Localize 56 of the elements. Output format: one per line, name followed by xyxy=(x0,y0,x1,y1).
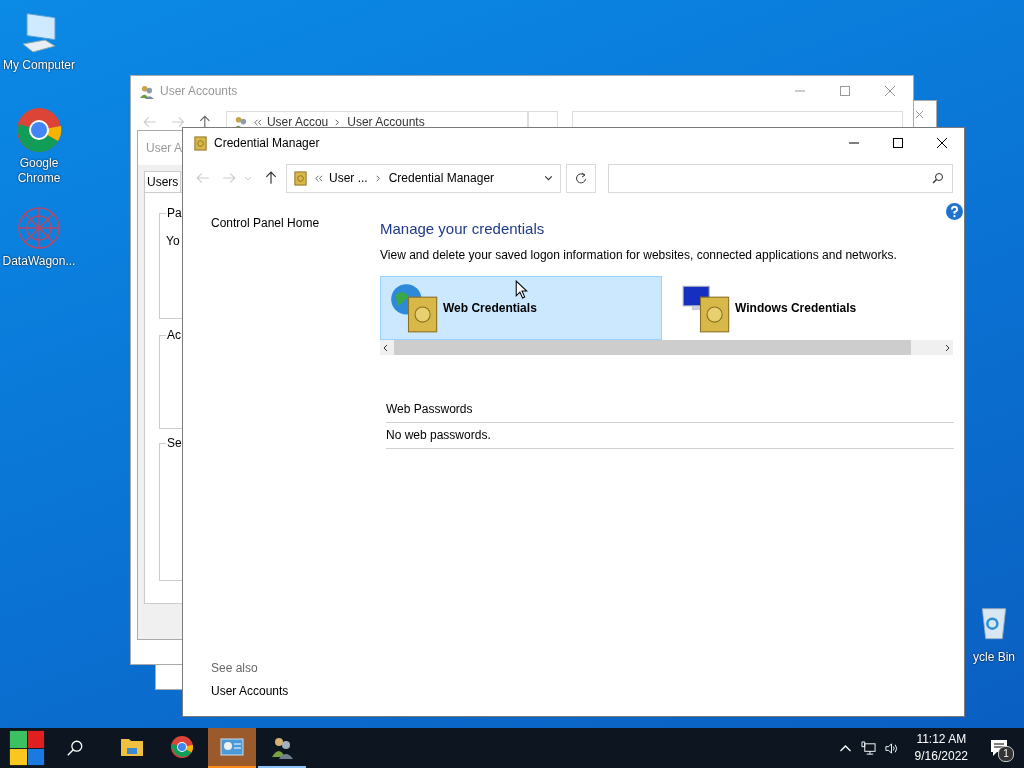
double-chevron-icon xyxy=(252,118,262,127)
credential-type-tile[interactable]: Web Credentials xyxy=(380,276,662,340)
group-label: Pa xyxy=(166,206,183,220)
desktop-icon-label[interactable]: Google Chrome xyxy=(0,156,78,186)
search-icon xyxy=(932,172,944,184)
breadcrumb-item[interactable]: User ... xyxy=(329,171,368,185)
users-icon xyxy=(139,83,154,99)
chrome-icon[interactable] xyxy=(15,106,63,154)
chrome-icon xyxy=(170,735,194,759)
refresh-icon xyxy=(575,172,587,184)
desktop-icon-label[interactable]: ycle Bin xyxy=(973,650,1015,665)
dialog-title: User A xyxy=(146,141,182,155)
start-button-icon[interactable] xyxy=(8,729,46,767)
refresh-button[interactable] xyxy=(566,163,596,193)
safe-icon xyxy=(193,135,208,151)
speaker-icon[interactable] xyxy=(883,740,899,756)
safe-icon xyxy=(293,170,308,186)
credential-type-tile[interactable]: Windows Credentials xyxy=(672,276,954,340)
window-title: User Accounts xyxy=(160,84,238,98)
up-arrow-icon[interactable] xyxy=(198,115,212,129)
close-icon[interactable] xyxy=(937,138,947,148)
breadcrumb-item[interactable]: User Accou xyxy=(266,115,329,129)
horizontal-scrollbar[interactable] xyxy=(380,340,953,355)
breadcrumb-item[interactable]: User Accounts xyxy=(347,115,425,129)
double-chevron-icon xyxy=(314,173,323,183)
description-text: View and delete your saved logon information for websites, connected applications and networks. xyxy=(380,248,898,262)
mouse-cursor-icon xyxy=(515,280,528,299)
group-label: Se xyxy=(166,436,183,450)
chevron-right-icon xyxy=(373,173,383,183)
section-heading[interactable]: Web Passwords xyxy=(386,397,954,423)
search-field[interactable] xyxy=(608,163,953,193)
chevron-left-icon[interactable] xyxy=(382,343,390,352)
group-text: Yo xyxy=(166,234,180,248)
tab[interactable]: Users xyxy=(144,171,182,192)
clock[interactable]: 11:12 AM 9/16/2022 xyxy=(906,731,976,765)
sidebar-link[interactable]: Control Panel Home xyxy=(211,216,372,230)
see-also-heading: See also xyxy=(211,661,259,675)
page-heading: Manage your credentials xyxy=(380,220,546,238)
control-panel-icon xyxy=(220,735,244,759)
notification-badge: 1 xyxy=(998,746,1014,762)
address-bar[interactable]: User ... Credential Manager xyxy=(286,163,561,193)
search-icon[interactable] xyxy=(66,739,84,757)
see-also-link[interactable]: User Accounts xyxy=(211,684,372,698)
network-icon[interactable] xyxy=(860,740,876,756)
window-title: Credential Manager xyxy=(214,136,320,150)
desktop-icon-label[interactable]: DataWagon... xyxy=(2,254,76,269)
chevron-right-icon[interactable] xyxy=(943,343,951,352)
users-icon xyxy=(270,735,294,759)
maximize-icon[interactable] xyxy=(893,138,903,148)
breadcrumb-item[interactable]: Credential Manager xyxy=(388,171,495,185)
help-icon[interactable] xyxy=(946,203,963,220)
empty-message: No web passwords. xyxy=(386,423,954,449)
star-pattern-icon[interactable] xyxy=(15,204,63,252)
desktop-icon-label[interactable]: My Computer xyxy=(3,58,75,73)
up-arrow-icon[interactable] xyxy=(264,171,278,185)
group-label: Ac xyxy=(166,328,182,342)
